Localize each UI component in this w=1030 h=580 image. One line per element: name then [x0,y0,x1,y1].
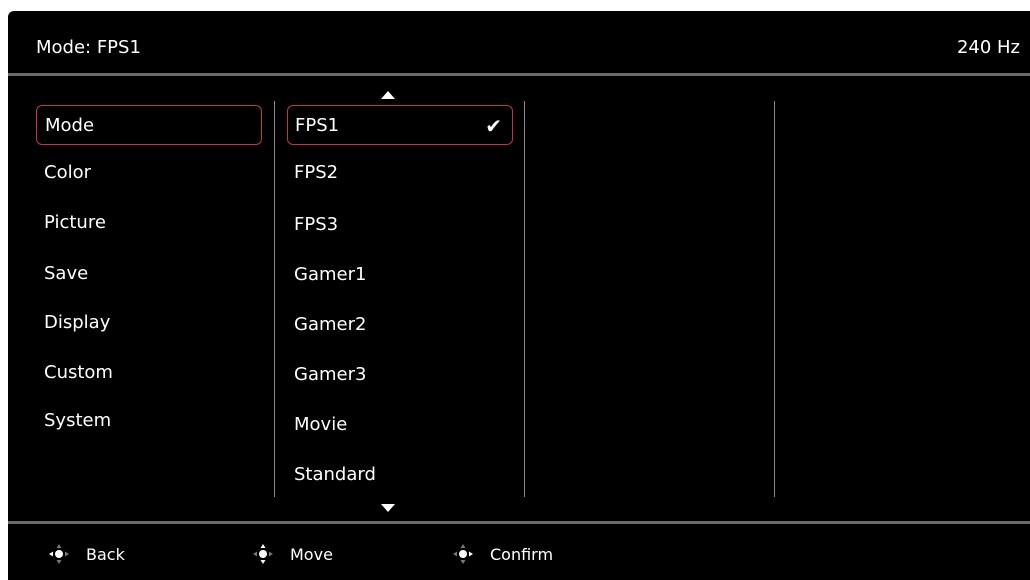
scroll-up-arrow-icon[interactable] [381,91,395,99]
menu-item-label: Mode [45,115,95,136]
option-fps2[interactable]: FPS2 [287,153,513,193]
menu-item-save[interactable]: Save [36,254,262,294]
option-label: FPS3 [294,214,339,235]
menu-item-mode[interactable]: Mode [36,105,262,145]
menu-item-picture[interactable]: Picture [36,203,262,243]
option-gamer1[interactable]: Gamer1 [287,255,513,295]
joystick-updown-icon [253,544,273,564]
option-label: Movie [294,414,348,435]
menu-item-system[interactable]: System [36,401,262,441]
osd-footer: Back Move Confirm [8,524,1030,580]
option-gamer2[interactable]: Gamer2 [287,305,513,345]
option-standard[interactable]: Standard [287,455,513,495]
refresh-rate: 240 Hz [956,37,1020,58]
joystick-right-icon [453,544,473,564]
osd-header: Mode: FPS1 240 Hz [8,11,1030,73]
mode-title: Mode: FPS1 [36,37,141,58]
option-fps3[interactable]: FPS3 [287,205,513,245]
menu-item-display[interactable]: Display [36,303,262,343]
option-label: Gamer3 [294,364,367,385]
scroll-down-arrow-icon[interactable] [381,504,395,512]
header-divider [8,73,1030,76]
checkmark-icon: ✔ [485,114,502,138]
column-divider-2 [524,101,525,497]
menu-item-label: Color [44,162,91,183]
menu-item-label: Picture [44,212,106,233]
option-movie[interactable]: Movie [287,405,513,445]
option-label: FPS2 [294,162,339,183]
menu-item-label: Custom [44,362,113,383]
option-fps1[interactable]: FPS1 ✔ [287,105,513,145]
move-hint[interactable]: Move [252,542,333,566]
back-hint[interactable]: Back [48,542,125,566]
menu-item-label: System [44,410,112,431]
option-gamer3[interactable]: Gamer3 [287,355,513,395]
option-label: Gamer1 [294,264,367,285]
menu-item-label: Save [44,263,89,284]
joystick-left-icon [49,544,69,564]
move-label: Move [290,544,333,564]
confirm-label: Confirm [490,544,554,564]
menu-item-color[interactable]: Color [36,153,262,193]
confirm-hint[interactable]: Confirm [452,542,553,566]
option-label: Standard [294,464,376,485]
column-divider-3 [774,101,775,497]
menu-item-label: Display [44,312,111,333]
option-label: Gamer2 [294,314,367,335]
column-divider-1 [274,101,275,497]
menu-item-custom[interactable]: Custom [36,353,262,393]
back-label: Back [86,544,125,564]
option-label: FPS1 [295,115,340,136]
monitor-osd: Mode: FPS1 240 Hz Mode Color Picture Sav… [8,11,1030,580]
